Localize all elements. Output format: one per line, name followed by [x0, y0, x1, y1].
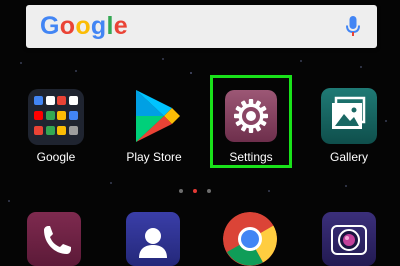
app-label-settings: Settings — [229, 150, 273, 164]
contacts-icon — [139, 228, 167, 258]
page-dot — [207, 189, 211, 193]
gallery-icon — [321, 88, 377, 144]
camera-icon — [331, 225, 367, 255]
page-dot — [179, 189, 183, 193]
app-label-play-store: Play Store — [126, 150, 182, 164]
play-store-icon — [136, 90, 180, 142]
home-screen: Google Google Play Store Settings Galler… — [0, 0, 400, 266]
dock-camera[interactable] — [322, 212, 376, 266]
google-folder-icon — [28, 89, 84, 145]
app-label-google: Google — [36, 150, 76, 164]
phone-icon — [44, 226, 71, 254]
page-dot-active — [193, 189, 197, 193]
settings-gear-icon — [225, 90, 277, 142]
chrome-icon — [223, 212, 277, 266]
dock-chrome[interactable] — [223, 212, 277, 266]
app-gallery[interactable]: Gallery — [304, 0, 394, 170]
dock-contacts[interactable] — [126, 212, 180, 266]
app-google-folder[interactable]: Google — [11, 0, 101, 170]
app-label-gallery: Gallery — [329, 150, 368, 164]
page-indicator — [177, 189, 217, 195]
app-play-store[interactable]: Play Store — [109, 0, 199, 170]
dock-phone[interactable] — [27, 212, 81, 266]
app-settings[interactable]: Settings — [206, 0, 296, 170]
